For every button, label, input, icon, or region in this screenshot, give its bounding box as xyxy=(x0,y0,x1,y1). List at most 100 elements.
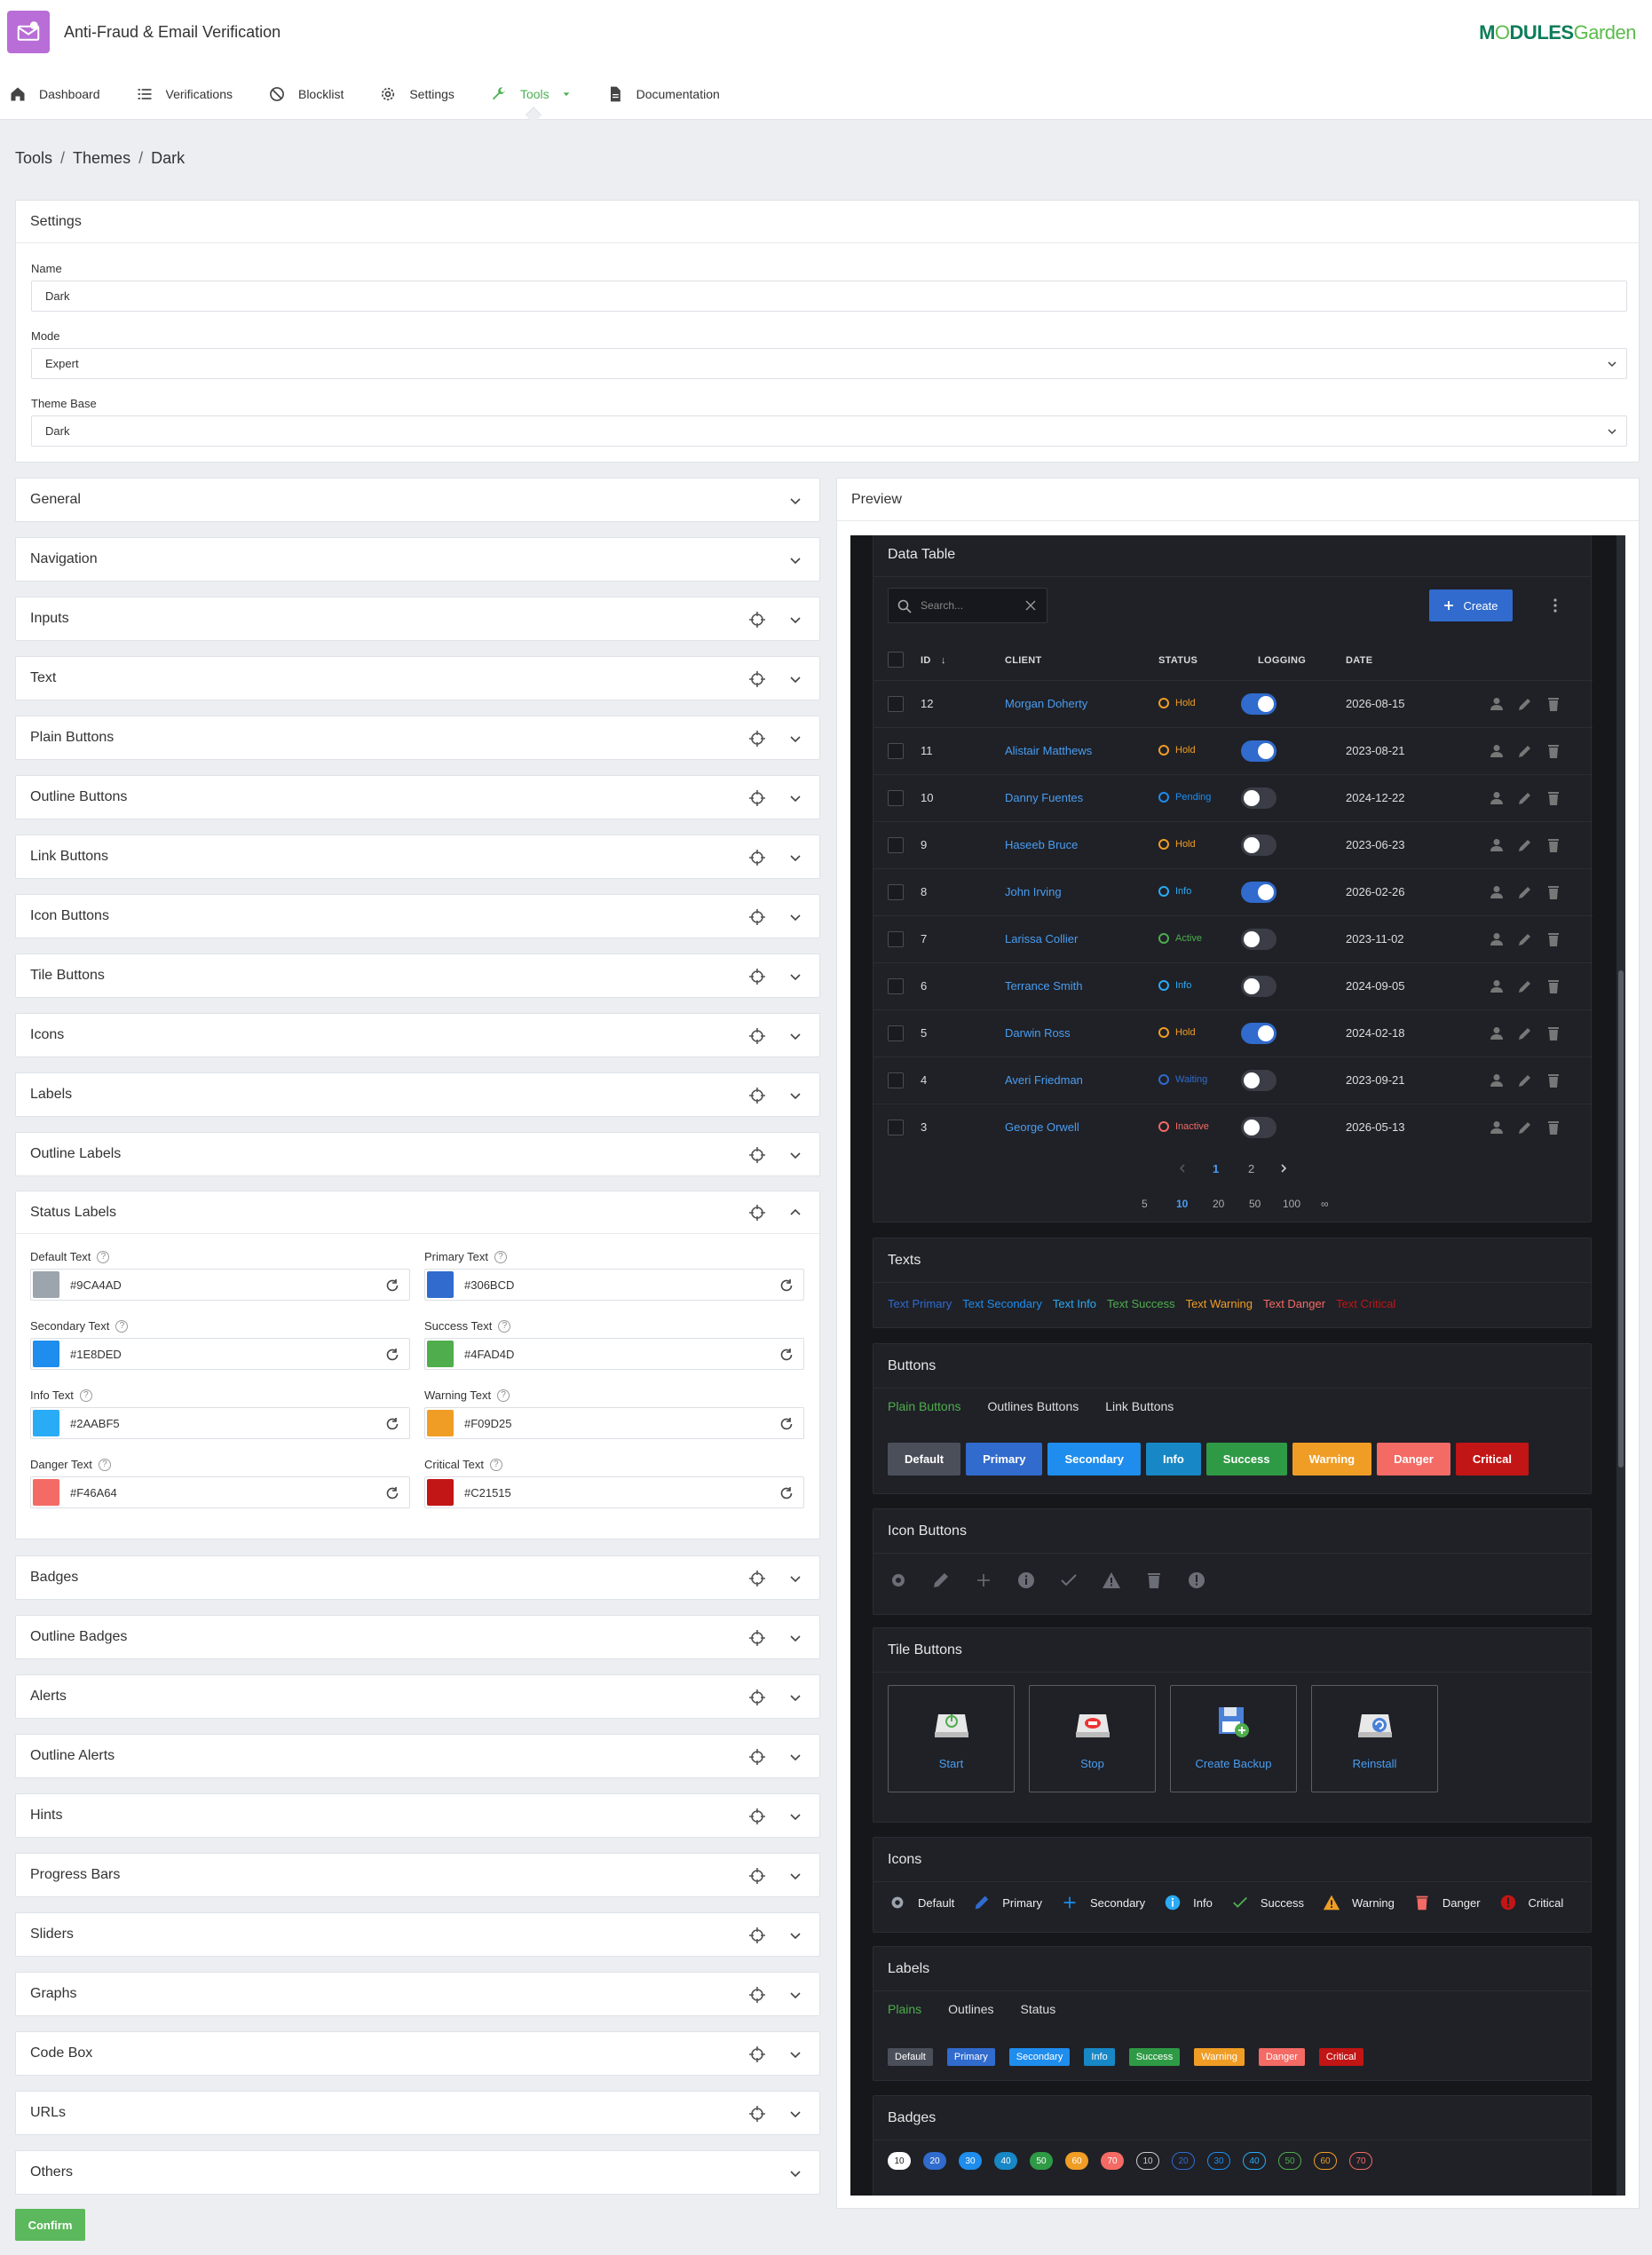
pencil-icon[interactable] xyxy=(1516,1025,1534,1042)
row-checkbox[interactable] xyxy=(888,931,904,947)
color-swatch[interactable] xyxy=(33,1479,59,1506)
help-icon[interactable]: ? xyxy=(115,1319,129,1333)
section-sliders[interactable]: Sliders xyxy=(15,1912,820,1957)
row-checkbox[interactable] xyxy=(888,790,904,806)
chevron-down-icon[interactable] xyxy=(789,1691,802,1704)
pencil-icon[interactable] xyxy=(1516,742,1534,760)
color-swatch[interactable] xyxy=(427,1271,454,1298)
next-page-icon[interactable] xyxy=(1278,1163,1289,1174)
chevron-down-icon[interactable] xyxy=(789,2108,802,2120)
trash-icon[interactable] xyxy=(1545,883,1562,901)
section-progress-bars[interactable]: Progress Bars xyxy=(15,1853,820,1897)
pencil-icon[interactable] xyxy=(1516,977,1534,995)
section-plain-buttons[interactable]: Plain Buttons xyxy=(15,716,820,760)
reset-icon[interactable] xyxy=(779,1278,794,1294)
tile-create-backup[interactable]: Create Backup xyxy=(1170,1685,1297,1792)
row-client-link[interactable]: Alistair Matthews xyxy=(1005,744,1092,757)
row-client-link[interactable]: George Orwell xyxy=(1005,1120,1079,1134)
pencil-icon[interactable] xyxy=(1516,695,1534,713)
chevron-down-icon[interactable] xyxy=(789,792,802,804)
prev-page-icon[interactable] xyxy=(1177,1163,1188,1174)
logging-toggle[interactable] xyxy=(1241,693,1277,715)
chevron-down-icon[interactable] xyxy=(789,495,802,507)
table-search-input[interactable]: Search... xyxy=(888,588,1047,623)
logging-toggle[interactable] xyxy=(1241,740,1277,762)
crosshair-icon[interactable] xyxy=(748,1146,766,1164)
trash-icon[interactable] xyxy=(1545,930,1562,948)
tile-start[interactable]: Start xyxy=(888,1685,1015,1792)
warning-icon[interactable] xyxy=(1101,1570,1122,1591)
chevron-up-icon[interactable] xyxy=(789,1207,802,1219)
tile-reinstall[interactable]: Reinstall xyxy=(1311,1685,1438,1792)
user-icon[interactable] xyxy=(1488,742,1506,760)
chevron-down-icon[interactable] xyxy=(789,1572,802,1585)
status-labels-header[interactable]: Status Labels xyxy=(16,1191,819,1234)
help-icon[interactable]: ? xyxy=(97,1250,110,1263)
help-icon[interactable]: ? xyxy=(497,1389,510,1402)
tile-stop[interactable]: Stop xyxy=(1029,1685,1156,1792)
preview-scrollbar[interactable] xyxy=(1616,535,1625,2196)
color-swatch[interactable] xyxy=(427,1410,454,1436)
user-icon[interactable] xyxy=(1488,789,1506,807)
section-code-box[interactable]: Code Box xyxy=(15,2031,820,2076)
kebab-menu-icon[interactable] xyxy=(1546,597,1564,614)
chevron-down-icon[interactable] xyxy=(789,1929,802,1942)
crosshair-icon[interactable] xyxy=(748,1629,766,1647)
section-outline-badges[interactable]: Outline Badges xyxy=(15,1615,820,1659)
crosshair-icon[interactable] xyxy=(748,1204,766,1222)
crosshair-icon[interactable] xyxy=(748,1087,766,1104)
chevron-down-icon[interactable] xyxy=(789,1089,802,1102)
pencil-icon[interactable] xyxy=(930,1570,952,1591)
section-text[interactable]: Text xyxy=(15,656,820,700)
pencil-icon[interactable] xyxy=(1516,789,1534,807)
help-icon[interactable]: ? xyxy=(489,1458,502,1471)
help-icon[interactable]: ? xyxy=(498,1319,511,1333)
sample-button[interactable]: Danger xyxy=(1377,1443,1450,1476)
crosshair-icon[interactable] xyxy=(748,1748,766,1766)
section-alerts[interactable]: Alerts xyxy=(15,1674,820,1719)
col-logging[interactable]: LOGGING xyxy=(1258,655,1306,666)
section-others[interactable]: Others xyxy=(15,2150,820,2195)
gear-icon[interactable] xyxy=(888,1570,909,1591)
nav-verifications[interactable]: Verifications xyxy=(127,76,249,112)
color-input[interactable]: #C21515 xyxy=(424,1476,804,1508)
buttons-tab[interactable]: Link Buttons xyxy=(1105,1399,1174,1413)
logging-toggle[interactable] xyxy=(1241,1023,1277,1044)
color-input[interactable]: #9CA4AD xyxy=(30,1269,410,1301)
plus-icon[interactable] xyxy=(973,1570,994,1591)
color-input[interactable]: #1E8DED xyxy=(30,1338,410,1370)
crosshair-icon[interactable] xyxy=(748,1027,766,1045)
user-icon[interactable] xyxy=(1488,1119,1506,1136)
trash-icon[interactable] xyxy=(1545,977,1562,995)
sample-button[interactable]: Success xyxy=(1205,1443,1287,1476)
clear-icon[interactable] xyxy=(1025,600,1036,611)
col-client[interactable]: CLIENT xyxy=(1005,655,1042,666)
color-swatch[interactable] xyxy=(427,1479,454,1506)
row-client-link[interactable]: Darwin Ross xyxy=(1005,1026,1071,1040)
row-client-link[interactable]: Danny Fuentes xyxy=(1005,791,1083,804)
logging-toggle[interactable] xyxy=(1241,835,1277,856)
help-icon[interactable]: ? xyxy=(494,1250,507,1263)
reset-icon[interactable] xyxy=(384,1278,400,1294)
nav-tools[interactable]: Tools xyxy=(481,76,587,112)
trash-icon[interactable] xyxy=(1545,695,1562,713)
chevron-down-icon[interactable] xyxy=(789,851,802,864)
labels-tab[interactable]: Outlines xyxy=(948,2002,993,2016)
section-labels[interactable]: Labels xyxy=(15,1072,820,1117)
row-checkbox[interactable] xyxy=(888,696,904,712)
mode-select[interactable]: Expert xyxy=(31,348,1627,379)
section-icons[interactable]: Icons xyxy=(15,1013,820,1057)
crosshair-icon[interactable] xyxy=(748,670,766,688)
section-urls[interactable]: URLs xyxy=(15,2091,820,2135)
trash-icon[interactable] xyxy=(1143,1570,1165,1591)
trash-icon[interactable] xyxy=(1545,1025,1562,1042)
row-checkbox[interactable] xyxy=(888,1025,904,1041)
crosshair-icon[interactable] xyxy=(748,1927,766,1944)
row-client-link[interactable]: Morgan Doherty xyxy=(1005,697,1087,710)
reset-icon[interactable] xyxy=(384,1485,400,1501)
crosshair-icon[interactable] xyxy=(748,730,766,748)
page-1[interactable]: 1 xyxy=(1213,1162,1219,1175)
color-input[interactable]: #F09D25 xyxy=(424,1407,804,1439)
breadcrumb-themes[interactable]: Themes xyxy=(73,149,130,167)
page-size-option[interactable]: 50 xyxy=(1249,1198,1261,1210)
